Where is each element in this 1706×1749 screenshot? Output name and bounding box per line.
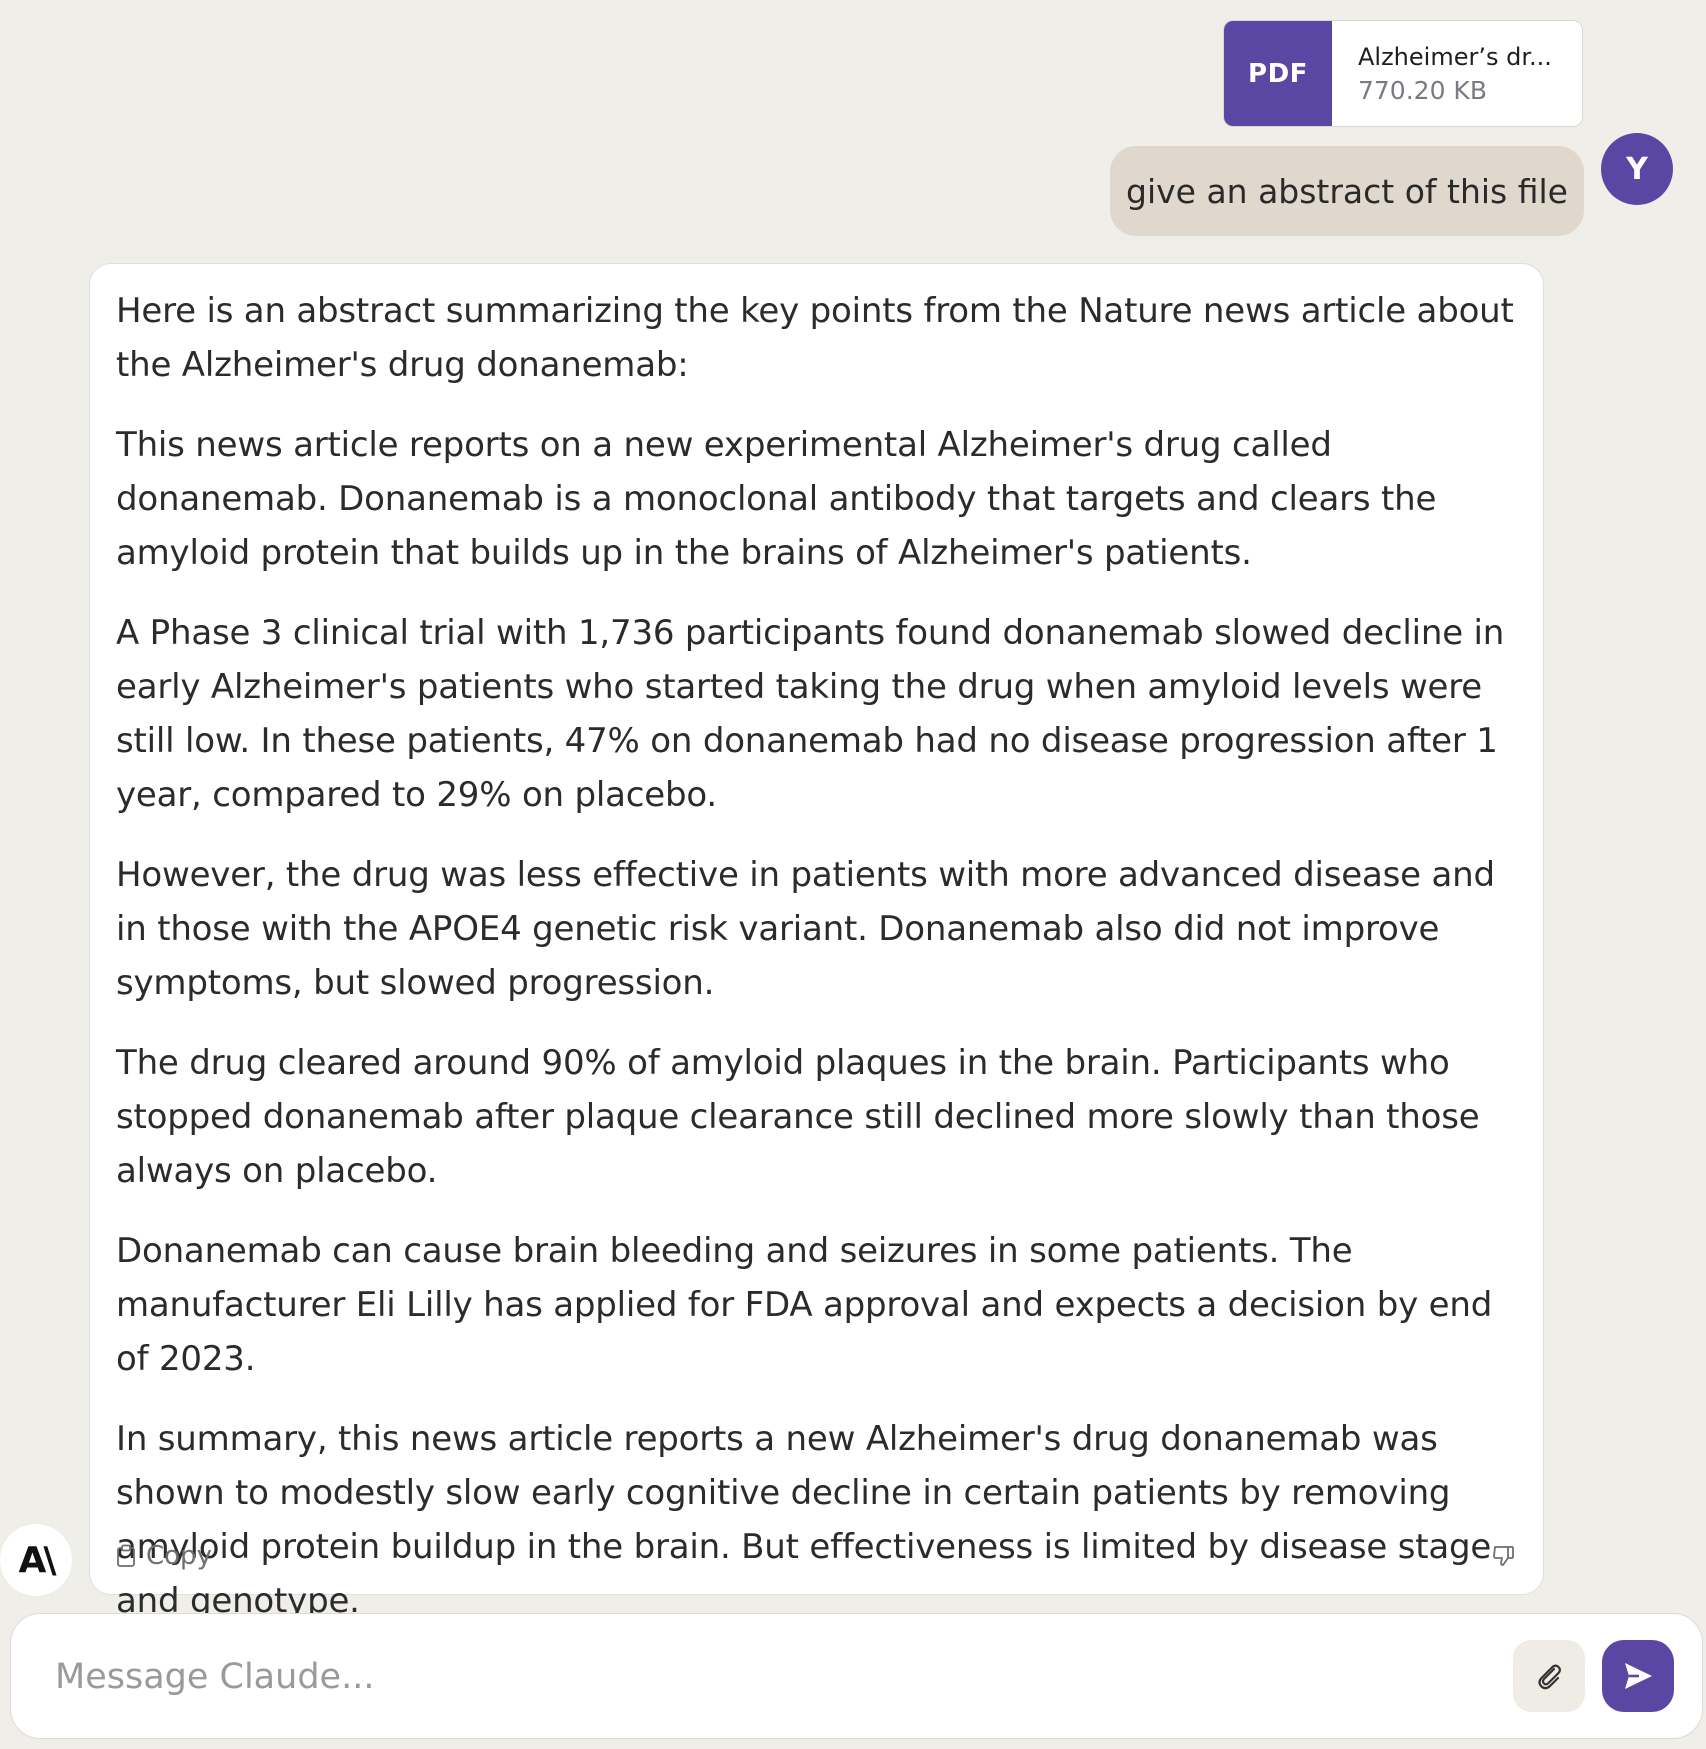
send-button[interactable] [1602, 1640, 1674, 1712]
paperclip-icon [1538, 1664, 1561, 1690]
message-composer [10, 1613, 1703, 1739]
attachment-meta: Alzheimer’s dr... 770.20 KB [1332, 21, 1552, 126]
copy-button[interactable]: Copy [116, 1541, 212, 1571]
user-message-text: give an abstract of this file [1126, 171, 1568, 211]
thumbs-down-icon [1493, 1546, 1514, 1566]
attachment-filename: Alzheimer’s dr... [1358, 43, 1552, 71]
user-message-bubble: give an abstract of this file [1110, 146, 1584, 236]
send-arrow-icon [1625, 1663, 1652, 1689]
copy-label: Copy [146, 1541, 212, 1571]
thumbs-down-button[interactable] [1491, 1543, 1517, 1569]
attach-file-button[interactable] [1513, 1640, 1585, 1712]
pdf-badge: PDF [1224, 21, 1332, 126]
claude-logo: A\ [0, 1524, 72, 1596]
assistant-paragraph: Donanemab can cause brain bleeding and s… [116, 1231, 1493, 1379]
assistant-paragraph: In summary, this news article reports a … [116, 1419, 1492, 1621]
assistant-paragraph: However, the drug was less effective in … [116, 855, 1495, 1003]
assistant-paragraph: A Phase 3 clinical trial with 1,736 part… [116, 613, 1505, 815]
assistant-message-card: Here is an abstract summarizing the key … [89, 263, 1544, 1621]
pdf-attachment-card[interactable]: PDF Alzheimer’s dr... 770.20 KB [1223, 20, 1583, 127]
claude-logo-text: A\ [18, 1539, 56, 1581]
assistant-paragraph: The drug cleared around 90% of amyloid p… [116, 1043, 1480, 1191]
assistant-paragraph: Here is an abstract summarizing the key … [116, 291, 1514, 385]
attachment-filesize: 770.20 KB [1358, 76, 1487, 105]
assistant-paragraph: This news article reports on a new exper… [116, 425, 1437, 573]
user-avatar[interactable]: Y [1601, 133, 1673, 205]
message-actions: Copy [116, 1536, 1517, 1576]
message-input[interactable] [53, 1644, 1477, 1710]
chat-page: PDF Alzheimer’s dr... 770.20 KB give an … [0, 0, 1706, 1749]
clipboard-icon [117, 1544, 135, 1567]
